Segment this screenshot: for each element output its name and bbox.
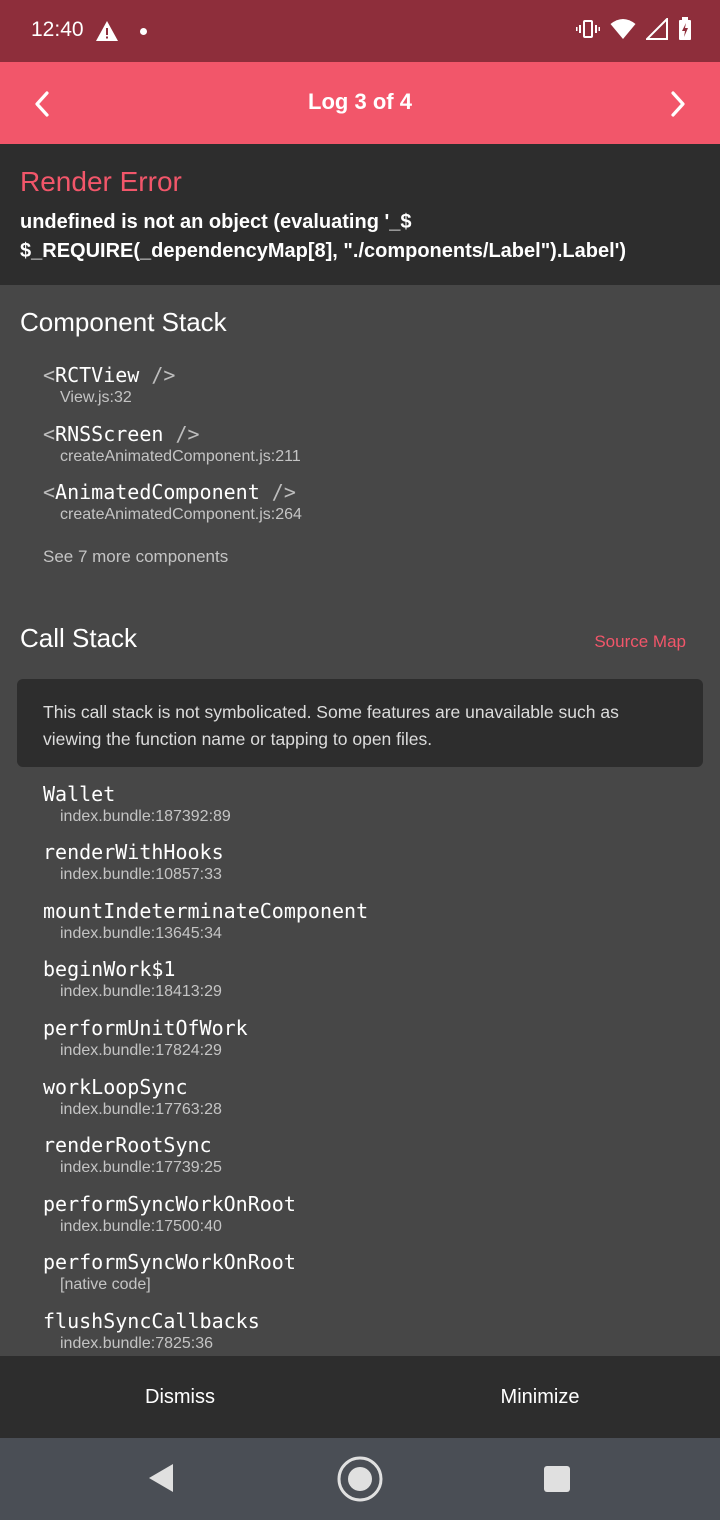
call-stack-frame-location: index.bundle:187392:89 xyxy=(60,808,231,825)
call-stack-frame-location: index.bundle:18413:29 xyxy=(60,983,222,1000)
status-time: 12:40 xyxy=(31,18,84,41)
call-stack-frame[interactable]: flushSyncCallbacks xyxy=(43,1309,260,1333)
component-frame[interactable]: <AnimatedComponent /> xyxy=(43,480,296,504)
call-stack-frame-location: index.bundle:17824:29 xyxy=(60,1042,222,1059)
call-stack-frame-location: index.bundle:13645:34 xyxy=(60,925,222,942)
chevron-right-icon xyxy=(671,91,685,117)
error-message-line: $_REQUIRE(_dependencyMap[8], "./componen… xyxy=(20,240,627,262)
component-frame-location: View.js:32 xyxy=(60,389,132,406)
call-stack-frame[interactable]: performUnitOfWork xyxy=(43,1016,248,1040)
wifi-icon xyxy=(610,18,636,45)
error-summary: Render Error undefined is not an object … xyxy=(0,144,720,285)
call-stack-frame[interactable]: workLoopSync xyxy=(43,1075,188,1099)
error-message-line: undefined is not an object (evaluating '… xyxy=(20,211,412,233)
call-stack-frame[interactable]: renderRootSync xyxy=(43,1133,212,1157)
status-icons xyxy=(576,16,692,46)
back-icon[interactable] xyxy=(147,1462,175,1499)
call-stack-frame[interactable]: performSyncWorkOnRoot xyxy=(43,1250,296,1274)
status-bar: 12:40 xyxy=(0,0,720,62)
component-frame-location: createAnimatedComponent.js:211 xyxy=(60,448,301,465)
call-stack-frame[interactable]: mountIndeterminateComponent xyxy=(43,899,368,923)
call-stack-frame-location: index.bundle:17500:40 xyxy=(60,1218,222,1235)
source-map-button[interactable]: Source Map xyxy=(594,632,686,652)
battery-icon xyxy=(678,17,692,46)
notification-dot-icon xyxy=(140,28,147,35)
error-title: Render Error xyxy=(20,166,182,197)
dismiss-button[interactable]: Dismiss xyxy=(0,1356,360,1438)
warning-icon xyxy=(95,20,119,47)
minimize-button[interactable]: Minimize xyxy=(360,1356,720,1438)
recent-apps-icon[interactable] xyxy=(544,1466,570,1492)
symbolication-notice: This call stack is not symbolicated. Som… xyxy=(17,679,703,767)
call-stack-frame-location: index.bundle:17763:28 xyxy=(60,1101,222,1118)
log-footer: Dismiss Minimize xyxy=(0,1356,720,1438)
cell-signal-icon xyxy=(644,16,668,45)
home-icon[interactable] xyxy=(336,1455,384,1508)
component-frame[interactable]: <RCTView /> xyxy=(43,363,175,387)
error-message: undefined is not an object (evaluating '… xyxy=(20,208,700,266)
log-title: Log 3 of 4 xyxy=(308,89,412,114)
log-header: Log 3 of 4 xyxy=(0,62,720,144)
vibrate-icon xyxy=(576,17,600,46)
see-more-components-link[interactable]: See 7 more components xyxy=(43,547,228,567)
call-stack-frame[interactable]: beginWork$1 xyxy=(43,957,175,981)
system-navigation-bar xyxy=(0,1438,720,1520)
component-frame[interactable]: <RNSScreen /> xyxy=(43,422,200,446)
call-stack-title: Call Stack xyxy=(20,623,138,653)
component-frame-location: createAnimatedComponent.js:264 xyxy=(60,506,302,523)
call-stack-frame[interactable]: performSyncWorkOnRoot xyxy=(43,1192,296,1216)
call-stack-frame[interactable]: renderWithHooks xyxy=(43,840,224,864)
call-stack-frame-location: index.bundle:10857:33 xyxy=(60,866,222,883)
component-stack-title: Component Stack xyxy=(20,307,227,337)
call-stack-frame-location: index.bundle:17739:25 xyxy=(60,1159,222,1176)
log-content[interactable]: Component Stack <RCTView /> View.js:32 <… xyxy=(0,285,720,1356)
next-log-button[interactable] xyxy=(656,82,700,126)
call-stack-frame[interactable]: Wallet xyxy=(43,782,115,806)
call-stack-frame-location: index.bundle:7825:36 xyxy=(60,1335,214,1352)
call-stack-frame-location: [native code] xyxy=(60,1276,151,1293)
